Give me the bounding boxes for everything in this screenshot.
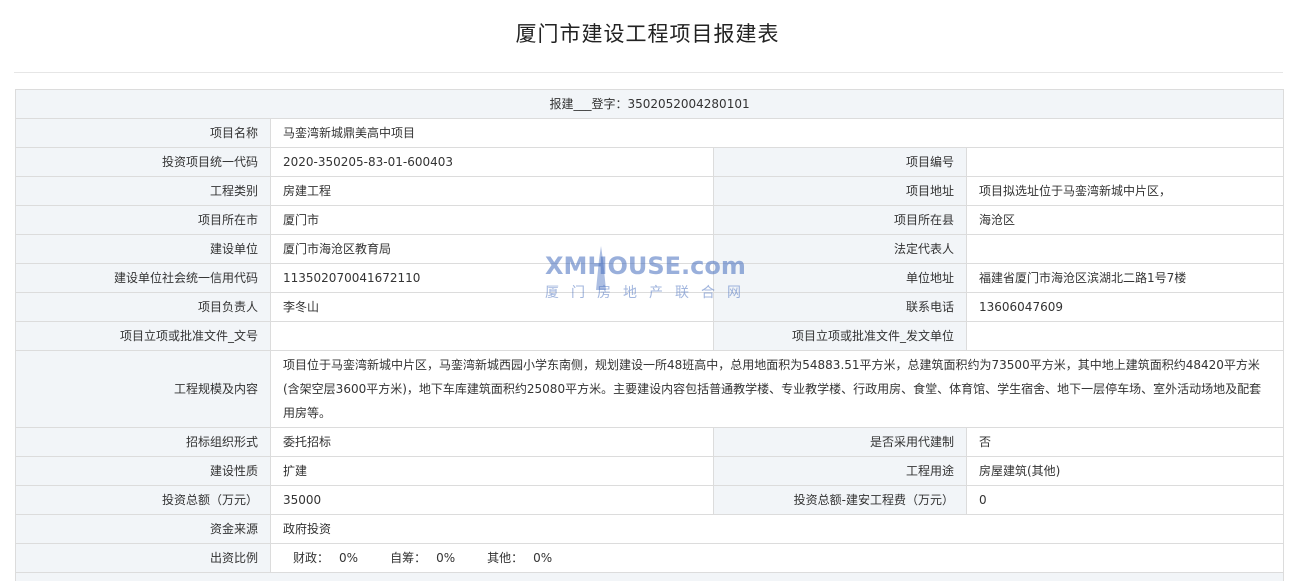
cut-off-row xyxy=(16,573,1284,581)
scale-value: 项目位于马銮湾新城中片区，马銮湾新城西园小学东南侧，规划建设一所48班高中，总用… xyxy=(271,351,1284,428)
table-row: 投资总额（万元） 35000 投资总额-建安工程费（万元） 0 xyxy=(16,486,1284,515)
field-label: 项目编号 xyxy=(714,148,967,177)
approval-doc-no-value xyxy=(271,322,714,351)
field-label: 项目名称 xyxy=(16,119,271,148)
field-label: 工程类别 xyxy=(16,177,271,206)
finance-value: 0% xyxy=(339,551,358,565)
field-label: 建设单位 xyxy=(16,235,271,264)
field-label: 法定代表人 xyxy=(714,235,967,264)
field-label: 联系电话 xyxy=(714,293,967,322)
table-row: 项目立项或批准文件_文号 项目立项或批准文件_发文单位 xyxy=(16,322,1284,351)
field-label: 投资项目统一代码 xyxy=(16,148,271,177)
project-address-value: 项目拟选址位于马銮湾新城中片区， xyxy=(967,177,1284,206)
field-label: 工程用途 xyxy=(714,457,967,486)
title-divider xyxy=(14,72,1283,73)
other-label: 其他： xyxy=(487,551,523,565)
field-label: 项目负责人 xyxy=(16,293,271,322)
self-raised-label: 自筹： xyxy=(390,551,426,565)
other-value: 0% xyxy=(533,551,552,565)
total-invest-value: 35000 xyxy=(271,486,714,515)
field-label: 投资总额-建安工程费（万元） xyxy=(714,486,967,515)
field-label: 投资总额（万元） xyxy=(16,486,271,515)
field-label: 出资比例 xyxy=(16,544,271,573)
field-label: 单位地址 xyxy=(714,264,967,293)
table-row: 出资比例 财政： 0% 自筹： 0% 其他： 0% xyxy=(16,544,1284,573)
table-row: 项目所在市 厦门市 项目所在县 海沧区 xyxy=(16,206,1284,235)
registration-number: 报建___登字：3502052004280101 xyxy=(16,90,1284,119)
agent-system-value: 否 xyxy=(967,428,1284,457)
table-row: 建设性质 扩建 工程用途 房屋建筑(其他) xyxy=(16,457,1284,486)
approval-unit-value xyxy=(967,322,1284,351)
field-label: 建设性质 xyxy=(16,457,271,486)
investment-ratio: 财政： 0% 自筹： 0% 其他： 0% xyxy=(271,544,1284,573)
table-row xyxy=(16,573,1284,581)
field-label: 项目所在市 xyxy=(16,206,271,235)
unit-address-value: 福建省厦门市海沧区滨湖北二路1号7楼 xyxy=(967,264,1284,293)
table-row: 投资项目统一代码 2020-350205-83-01-600403 项目编号 xyxy=(16,148,1284,177)
county-value: 海沧区 xyxy=(967,206,1284,235)
table-row: 工程类别 房建工程 项目地址 项目拟选址位于马銮湾新城中片区， xyxy=(16,177,1284,206)
field-label: 资金来源 xyxy=(16,515,271,544)
table-row: 建设单位 厦门市海沧区教育局 法定代表人 xyxy=(16,235,1284,264)
nature-value: 扩建 xyxy=(271,457,714,486)
project-name-value: 马銮湾新城鼎美高中项目 xyxy=(271,119,1284,148)
field-label: 项目所在县 xyxy=(714,206,967,235)
credit-code-value: 113502070041672110 xyxy=(271,264,714,293)
usage-value: 房屋建筑(其他) xyxy=(967,457,1284,486)
field-label: 建设单位社会统一信用代码 xyxy=(16,264,271,293)
bid-form-value: 委托招标 xyxy=(271,428,714,457)
table-row: 项目负责人 李冬山 联系电话 13606047609 xyxy=(16,293,1284,322)
project-type-value: 房建工程 xyxy=(271,177,714,206)
self-raised-value: 0% xyxy=(436,551,455,565)
manager-value: 李冬山 xyxy=(271,293,714,322)
project-no-value xyxy=(967,148,1284,177)
invest-code-value: 2020-350205-83-01-600403 xyxy=(271,148,714,177)
table-row: 招标组织形式 委托招标 是否采用代建制 否 xyxy=(16,428,1284,457)
legal-rep-value xyxy=(967,235,1284,264)
table-row: 资金来源 政府投资 xyxy=(16,515,1284,544)
finance-label: 财政： xyxy=(293,551,329,565)
field-label: 项目立项或批准文件_文号 xyxy=(16,322,271,351)
fund-source-value: 政府投资 xyxy=(271,515,1284,544)
field-label: 是否采用代建制 xyxy=(714,428,967,457)
field-label: 工程规模及内容 xyxy=(16,351,271,428)
table-row: 工程规模及内容 项目位于马銮湾新城中片区，马銮湾新城西园小学东南侧，规划建设一所… xyxy=(16,351,1284,428)
install-cost-value: 0 xyxy=(967,486,1284,515)
field-label: 招标组织形式 xyxy=(16,428,271,457)
field-label: 项目立项或批准文件_发文单位 xyxy=(714,322,967,351)
table-row: 报建___登字：3502052004280101 xyxy=(16,90,1284,119)
table-row: 项目名称 马銮湾新城鼎美高中项目 xyxy=(16,119,1284,148)
phone-value: 13606047609 xyxy=(967,293,1284,322)
table-row: 建设单位社会统一信用代码 113502070041672110 单位地址 福建省… xyxy=(16,264,1284,293)
city-value: 厦门市 xyxy=(271,206,714,235)
page-title: 厦门市建设工程项目报建表 xyxy=(0,18,1295,48)
builder-value: 厦门市海沧区教育局 xyxy=(271,235,714,264)
field-label: 项目地址 xyxy=(714,177,967,206)
project-registration-table: 报建___登字：3502052004280101 项目名称 马銮湾新城鼎美高中项… xyxy=(15,89,1284,581)
